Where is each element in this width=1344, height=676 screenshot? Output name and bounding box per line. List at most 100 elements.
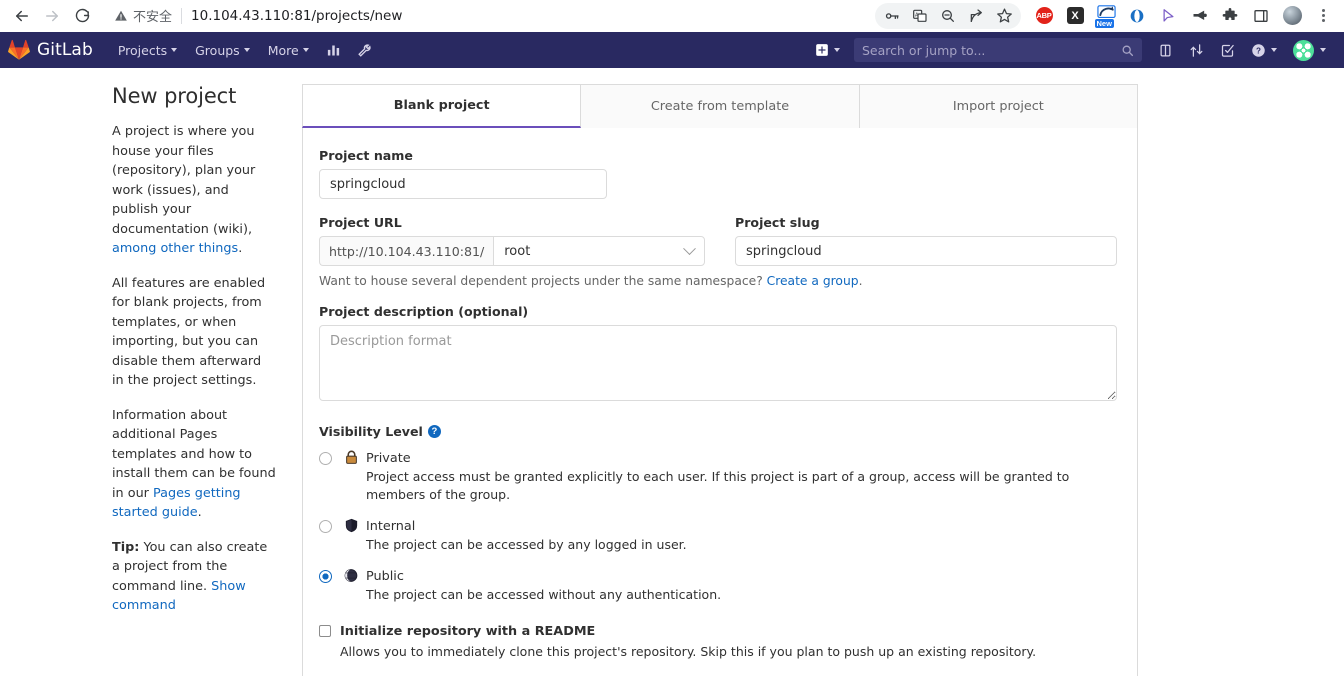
blank-project-form: Project name Project URL http://10.104.4… — [302, 128, 1138, 676]
project-url-label: Project URL — [319, 215, 402, 230]
initialize-readme-label: Initialize repository with a README — [340, 624, 596, 639]
new-extension-icon[interactable]: New — [1093, 3, 1119, 29]
page-content: New project A project is where you house… — [0, 68, 1344, 676]
issues-board-icon[interactable] — [1150, 32, 1181, 68]
new-badge-label: New — [1094, 18, 1114, 28]
swoosh-glyph — [1096, 4, 1116, 18]
page-title: New project — [112, 84, 237, 108]
search-icon — [1122, 45, 1134, 56]
tab-import-project-label: Import project — [952, 99, 1044, 114]
nav-item-more-label: More — [267, 42, 299, 58]
initialize-readme-checkbox[interactable] — [319, 625, 331, 637]
cursor-extension-icon[interactable] — [1155, 3, 1181, 29]
svg-text:A: A — [915, 12, 919, 18]
puzzle-extensions-icon[interactable] — [1217, 3, 1243, 29]
address-bar-url: 10.104.43.110:81/projects/new — [191, 7, 403, 24]
sidebar-panel-icon[interactable] — [1248, 3, 1274, 29]
sidebar-para1-end: . — [238, 241, 243, 256]
project-slug-group: Project slug — [734, 215, 1117, 266]
sidebar-para1-text: A project is where you house your files … — [112, 124, 256, 237]
radio-private[interactable] — [319, 452, 332, 465]
chevron-down-icon — [683, 241, 696, 255]
visibility-option-public[interactable]: Public The project can be accessed witho… — [319, 567, 1117, 604]
visibility-option-internal[interactable]: Internal The project can be accessed by … — [319, 517, 1117, 554]
project-name-input[interactable] — [319, 169, 607, 199]
adblock-plus-icon[interactable]: ABP — [1031, 3, 1057, 29]
megaphone-icon[interactable] — [1186, 3, 1212, 29]
help-menu-button[interactable]: ? — [1243, 32, 1285, 68]
global-search-box[interactable] — [854, 38, 1142, 62]
radio-internal[interactable] — [319, 520, 332, 533]
tab-import-project[interactable]: Import project — [859, 84, 1138, 128]
share-icon[interactable] — [963, 4, 989, 28]
gitlab-tanuki-logo — [8, 39, 30, 60]
nav-item-more[interactable]: More — [259, 32, 318, 68]
new-project-sidebar: New project A project is where you house… — [0, 84, 300, 676]
browser-back-button[interactable] — [8, 2, 36, 30]
project-description-input[interactable] — [319, 325, 1117, 401]
profile-avatar-icon[interactable] — [1279, 3, 1305, 29]
project-description-group: Project description (optional) — [319, 304, 1117, 406]
browser-forward-button[interactable] — [38, 2, 66, 30]
todos-icon[interactable] — [1212, 32, 1243, 68]
visibility-internal-description: The project can be accessed by any logge… — [366, 537, 687, 552]
create-a-group-link[interactable]: Create a group — [767, 274, 859, 288]
key-icon[interactable] — [879, 4, 905, 28]
sidebar-paragraph-2: All features are enabled for blank proje… — [112, 275, 266, 389]
search-input[interactable] — [862, 42, 1121, 58]
namespace-hint: Want to house several dependent projects… — [319, 274, 1117, 288]
merge-requests-icon[interactable] — [1181, 32, 1212, 68]
wrench-admin-icon[interactable] — [349, 32, 380, 68]
initialize-readme-description: Allows you to immediately clone this pro… — [340, 644, 1037, 659]
radio-public[interactable] — [319, 570, 332, 583]
user-menu-button[interactable] — [1285, 32, 1334, 68]
omnibox-divider — [181, 7, 183, 24]
sidebar-paragraph-3: Information about additional Pages templ… — [112, 406, 276, 523]
initialize-readme-group[interactable]: Initialize repository with a README Allo… — [319, 622, 1117, 661]
opera-like-icon[interactable] — [1124, 3, 1150, 29]
plus-square-icon — [816, 44, 828, 56]
omnibox-action-group: A — [875, 2, 1021, 29]
tab-create-from-template[interactable]: Create from template — [581, 84, 860, 128]
security-warning[interactable]: 不安全 — [114, 6, 172, 25]
tab-blank-project[interactable]: Blank project — [302, 84, 582, 128]
visibility-option-private[interactable]: Private Project access must be granted e… — [319, 449, 1117, 504]
gitlab-home-link[interactable]: GitLab — [8, 39, 93, 61]
project-slug-input[interactable] — [734, 236, 1117, 266]
chevron-down-icon — [243, 48, 250, 52]
among-other-things-link[interactable]: among other things — [112, 241, 238, 256]
browser-address-bar[interactable]: 不安全 10.104.43.110:81/projects/new — [104, 2, 867, 29]
gitlab-brand-label: GitLab — [37, 40, 93, 60]
new-item-plus-button[interactable] — [807, 32, 848, 68]
sidebar-para3-end: . — [197, 505, 202, 520]
nav-item-projects[interactable]: Projects — [109, 32, 186, 68]
sidebar-paragraph-1: A project is where you house your files … — [112, 122, 276, 259]
browser-extensions: ABP X New — [1031, 3, 1336, 29]
tip-label: Tip: — [112, 539, 140, 555]
url-and-slug-row: Project URL http://10.104.43.110:81/ roo… — [319, 215, 1117, 266]
chevron-down-icon — [302, 48, 309, 52]
lock-icon — [342, 450, 360, 504]
x-extension-icon[interactable]: X — [1062, 3, 1088, 29]
project-slug-label: Project slug — [734, 215, 820, 230]
namespace-hint-text: Want to house several dependent projects… — [319, 274, 767, 288]
analytics-chart-icon[interactable] — [318, 32, 349, 68]
visibility-internal-title: Internal — [366, 519, 416, 534]
namespace-hint-end: . — [858, 274, 863, 288]
help-question-icon[interactable]: ? — [427, 425, 441, 438]
tab-create-from-template-label: Create from template — [650, 99, 790, 114]
browser-reload-button[interactable] — [68, 2, 96, 30]
project-url-input-group: http://10.104.43.110:81/ root — [319, 236, 705, 266]
globe-icon — [342, 568, 360, 604]
translate-icon[interactable]: A — [907, 4, 933, 28]
kebab-menu-icon[interactable] — [1310, 3, 1336, 29]
help-question-icon: ? — [1252, 43, 1265, 57]
project-name-label: Project name — [319, 148, 413, 163]
zoom-out-icon[interactable] — [935, 4, 961, 28]
namespace-selected-value: root — [504, 243, 531, 259]
user-avatar-icon — [1293, 39, 1314, 61]
bookmark-star-icon[interactable] — [991, 4, 1017, 28]
namespace-select[interactable]: root — [493, 236, 705, 266]
shield-icon — [342, 518, 360, 554]
nav-item-groups[interactable]: Groups — [186, 32, 259, 68]
